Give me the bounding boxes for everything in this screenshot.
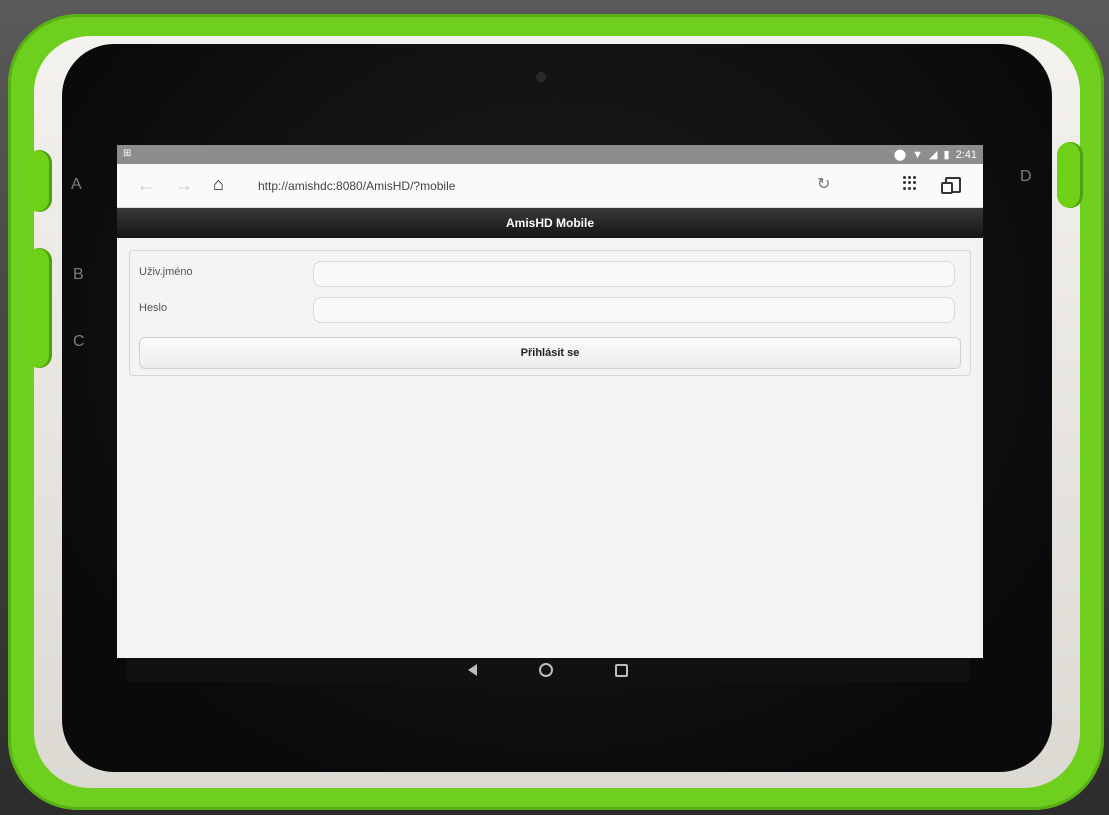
battery-icon: ▮ [943,149,950,161]
login-button[interactable]: Přihlásit se [139,337,961,369]
tabs-icon[interactable] [941,177,961,194]
home-circle-icon[interactable] [539,663,553,677]
side-letter-a: A [71,176,82,193]
status-icons: ⬤ ▼ ◢ ▮ 2:41 [893,148,977,162]
front-camera [536,72,546,82]
notification-icon: ⊞ [123,148,132,159]
recent-apps-icon[interactable] [615,663,628,677]
browser-toolbar: ← → ⌂ http://amishdc:8080/AmisHD/?mobile… [117,164,983,208]
wifi-icon: ▼ [912,148,924,161]
reload-icon[interactable]: ↻ [817,174,830,194]
tablet-screen: ⊞ ⬤ ▼ ◢ ▮ 2:41 ← → ⌂ http://amishdc:8080… [117,145,983,658]
username-input[interactable] [313,261,955,287]
side-letter-c: C [73,333,85,350]
side-button-a[interactable] [26,150,52,212]
back-icon[interactable] [468,664,477,676]
username-label: Uživ.jméno [139,266,193,278]
app-header: AmisHD Mobile [117,208,983,238]
url-bar[interactable]: http://amishdc:8080/AmisHD/?mobile [258,179,455,193]
password-label: Heslo [139,302,168,314]
forward-arrow-icon[interactable]: → [175,175,193,196]
status-bar: ⊞ ⬤ ▼ ◢ ▮ 2:41 [117,145,983,164]
status-time: 2:41 [955,148,977,161]
password-input[interactable] [313,297,955,323]
side-button-bc[interactable] [26,248,52,368]
side-letter-b: B [73,266,84,283]
side-letter-d: D [1020,168,1032,185]
back-arrow-icon[interactable]: ← [137,175,155,196]
home-icon[interactable]: ⌂ [213,174,224,195]
side-button-d[interactable] [1057,142,1083,208]
android-nav-bar [127,658,969,682]
location-icon: ⬤ [893,149,907,161]
login-form: Uživ.jméno Heslo Přihlásit se [129,250,971,376]
signal-icon: ◢ [929,149,938,161]
apps-grid-icon[interactable] [903,176,917,190]
